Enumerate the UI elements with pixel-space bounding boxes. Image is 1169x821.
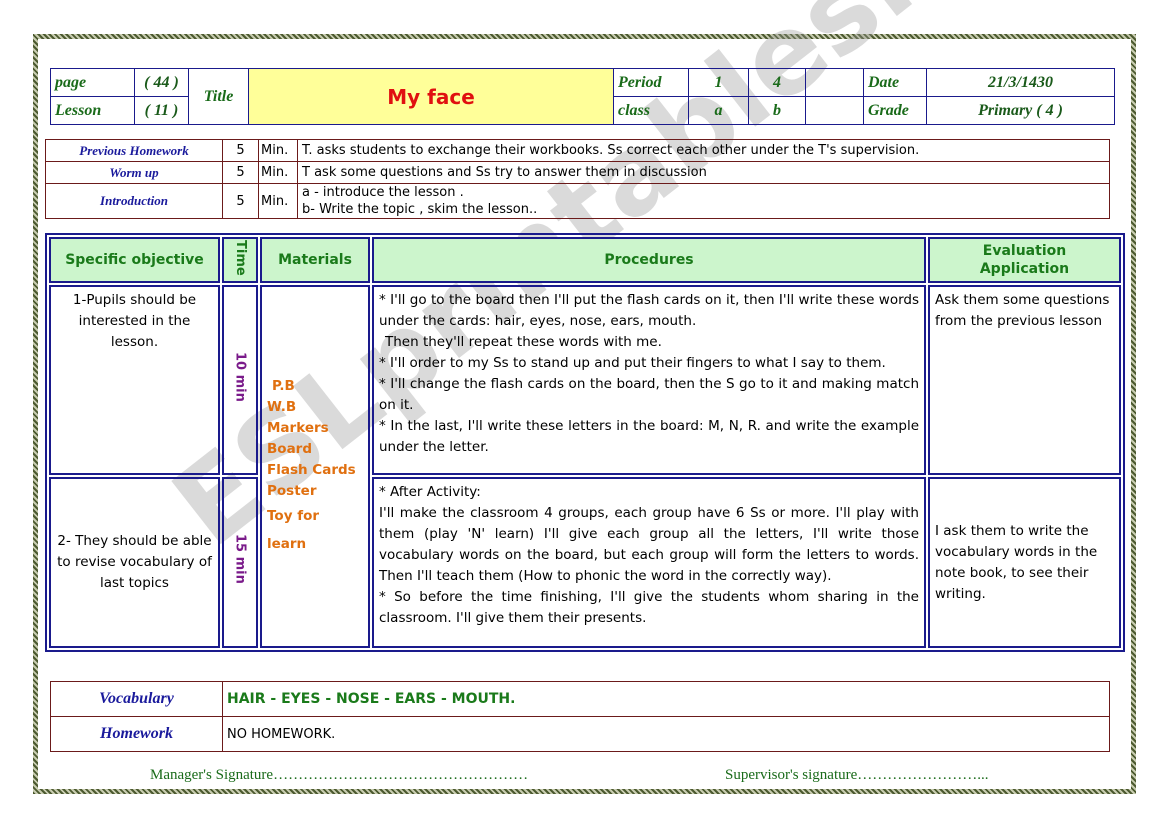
vocabulary-value: HAIR - EYES - NOSE - EARS - MOUTH. <box>222 681 1110 717</box>
row-time: 5 <box>222 139 259 162</box>
period-2: 4 <box>748 68 806 97</box>
procedure-step: * So before the time finishing, I'll giv… <box>379 589 919 626</box>
lesson-value: ( 11 ) <box>134 96 189 125</box>
date-label: Date <box>863 68 927 97</box>
row-unit: Min. <box>258 161 298 184</box>
objective-text: 2- They should be able to revise vocabul… <box>49 477 220 648</box>
period-1: 1 <box>688 68 749 97</box>
header-objective: Specific objective <box>49 237 220 283</box>
row-text: T. asks students to exchange their workb… <box>297 139 1110 162</box>
row-text-b: b- Write the topic , skim the lesson.. <box>302 202 538 217</box>
procedures-cell: * After Activity: I'll make the classroo… <box>372 477 926 648</box>
row-text: T ask some questions and Ss try to answe… <box>297 161 1110 184</box>
warmup-table: Previous Homework 5 Min. T. asks student… <box>45 139 1110 219</box>
class-label: class <box>613 96 689 125</box>
time-value: 15 min <box>232 534 248 584</box>
warmup-row: Previous Homework 5 Min. T. asks student… <box>45 139 1110 162</box>
material-item: W.B <box>267 398 297 415</box>
procedure-step: * I'll change the flash cards on the boa… <box>379 376 919 413</box>
header-table: page ( 44 ) Title My face Period 1 4 Dat… <box>50 68 1115 125</box>
materials-list: P.B W.B Markers Board Flash Cards Poster… <box>260 285 370 648</box>
grade-value: Primary ( 4 ) <box>926 96 1115 125</box>
procedures-cell: * I'll go to the board then I'll put the… <box>372 285 926 475</box>
date-value: 21/3/1430 <box>926 68 1115 97</box>
row-time: 5 <box>222 161 259 184</box>
row-label: Introduction <box>45 183 223 219</box>
evaluation-text: I ask them to write the vocabulary words… <box>928 477 1121 648</box>
grade-label: Grade <box>863 96 927 125</box>
material-item: P.B <box>272 377 295 394</box>
row-label: Previous Homework <box>45 139 223 162</box>
warmup-row: Introduction 5 Min. a - introduce the le… <box>45 183 1110 219</box>
vocabulary-label: Vocabulary <box>50 681 223 717</box>
procedure-step: * In the last, I'll write these letters … <box>379 418 919 455</box>
row-time: 5 <box>222 183 259 219</box>
class-2: b <box>748 96 806 125</box>
objective-row: 2- They should be able to revise vocabul… <box>49 477 1121 648</box>
period-empty <box>805 68 864 97</box>
header-procedures: Procedures <box>372 237 926 283</box>
class-empty <box>805 96 864 125</box>
material-item: Poster <box>267 482 317 499</box>
page-label: page <box>50 68 135 97</box>
header-application: Application <box>979 261 1070 277</box>
lesson-title: My face <box>248 68 614 125</box>
material-item: Board <box>267 440 312 457</box>
homework-value: NO HOMEWORK. <box>222 716 1110 752</box>
procedure-step: * I'll go to the board then I'll put the… <box>379 292 919 329</box>
objective-text: 1-Pupils should be interested in the les… <box>49 285 220 475</box>
procedure-step: Then they'll repeat these words with me. <box>385 334 662 350</box>
class-1: a <box>688 96 749 125</box>
lesson-label: Lesson <box>50 96 135 125</box>
evaluation-text: Ask them some questions from the previou… <box>928 285 1121 475</box>
procedure-step: * After Activity: <box>379 484 481 500</box>
objective-row: 1-Pupils should be interested in the les… <box>49 285 1121 648</box>
main-table: Specific objective Time Materials Proced… <box>45 233 1125 652</box>
row-unit: Min. <box>258 183 298 219</box>
header-materials: Materials <box>260 237 370 283</box>
material-item: Toy for learn <box>267 507 319 552</box>
row-text-a: a - introduce the lesson . <box>302 185 464 200</box>
material-item: Markers <box>267 419 329 436</box>
row-unit: Min. <box>258 139 298 162</box>
row-label: Worm up <box>45 161 223 184</box>
procedure-step: * I'll order to my Ss to stand up and pu… <box>379 355 886 371</box>
supervisor-signature: Supervisor's signature……………………... <box>725 767 989 783</box>
lesson-plan-page: ESLprintables.com page ( 44 ) Title My f… <box>0 0 1169 821</box>
title-label: Title <box>188 68 249 125</box>
manager-signature: Manager's Signature…………………………………………… <box>150 767 529 783</box>
header-evaluation: Evaluation <box>982 243 1067 259</box>
material-item: Flash Cards <box>267 461 356 478</box>
header-time: Time <box>233 239 248 276</box>
homework-label: Homework <box>50 716 223 752</box>
footer-table: Vocabulary HAIR - EYES - NOSE - EARS - M… <box>50 681 1110 752</box>
warmup-row: Worm up 5 Min. T ask some questions and … <box>45 161 1110 184</box>
procedure-step: I'll make the classroom 4 groups, each g… <box>379 505 919 584</box>
page-value: ( 44 ) <box>134 68 189 97</box>
period-label: Period <box>613 68 689 97</box>
time-value: 10 min <box>232 351 248 402</box>
